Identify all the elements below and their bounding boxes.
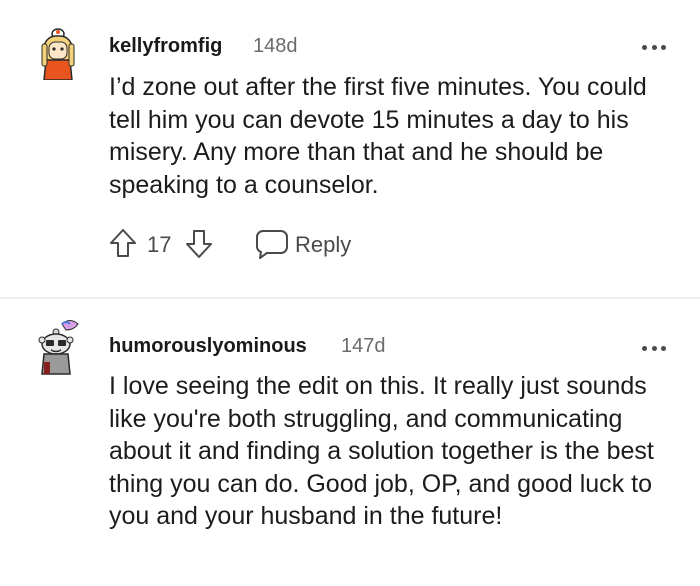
user-avatar[interactable] xyxy=(36,318,80,375)
comment-actions: 17 Reply xyxy=(109,228,369,260)
more-dot xyxy=(651,44,657,50)
more-dot xyxy=(642,345,647,351)
downvote-icon[interactable] xyxy=(185,229,213,259)
more-options-button[interactable] xyxy=(642,41,666,53)
more-dot xyxy=(661,345,666,351)
snoo-avatar-icon xyxy=(38,320,79,375)
username[interactable]: kellyfromfig xyxy=(109,35,222,58)
upvote-icon[interactable] xyxy=(109,228,137,258)
comment-age: 147d xyxy=(341,335,386,357)
more-dot xyxy=(661,44,666,50)
comment-divider xyxy=(0,297,700,299)
vote-score: 17 xyxy=(147,232,172,257)
reply-label: Reply xyxy=(295,232,352,257)
more-options-button[interactable] xyxy=(642,342,666,354)
reply-button[interactable]: Reply xyxy=(255,228,365,260)
comment-body: I’d zone out after the first five minute… xyxy=(109,73,647,199)
chat-bubble-icon xyxy=(256,230,288,259)
comment-age: 148d xyxy=(253,35,298,57)
blonde-avatar-icon xyxy=(41,28,75,81)
user-avatar[interactable] xyxy=(36,24,80,81)
comment-body: I love seeing the edit on this. It reall… xyxy=(109,372,654,530)
username[interactable]: humorouslyominous xyxy=(109,335,307,358)
more-dot xyxy=(642,44,647,50)
more-dot xyxy=(651,345,657,351)
